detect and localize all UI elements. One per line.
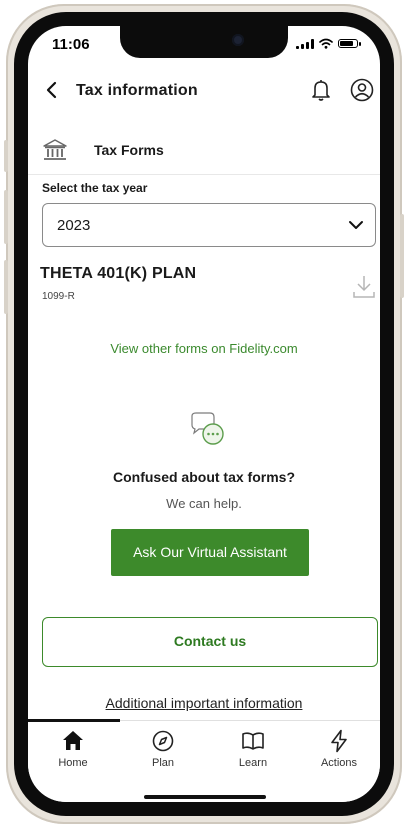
tab-label-plan: Plan (151, 757, 175, 769)
tax-forms-section: Tax Forms (28, 134, 380, 175)
bank-icon (43, 139, 67, 160)
home-icon (63, 731, 83, 750)
profile-icon[interactable] (350, 78, 374, 102)
tab-plan[interactable]: Plan (128, 729, 198, 769)
phone-side-button (4, 140, 8, 172)
book-icon (242, 732, 264, 750)
bell-icon[interactable] (310, 78, 332, 102)
download-icon[interactable] (352, 273, 376, 301)
virtual-assistant-button[interactable]: Ask Our Virtual Assistant (111, 529, 309, 576)
status-time: 11:06 (52, 36, 90, 53)
plan-form-type: 1099-R (42, 291, 75, 302)
other-forms-link[interactable]: View other forms on Fidelity.com (28, 341, 380, 356)
home-indicator (144, 795, 266, 799)
plan-name: THETA 401(K) PLAN (40, 265, 197, 282)
page-title: Tax information (76, 82, 198, 99)
tab-label-actions: Actions (320, 757, 358, 769)
tab-learn[interactable]: Learn (218, 729, 288, 769)
help-subtitle: We can help. (166, 496, 242, 511)
chevron-down-icon (349, 221, 363, 229)
back-icon[interactable] (42, 80, 62, 100)
tab-home[interactable]: Home (38, 729, 108, 769)
phone-side-button (400, 214, 404, 298)
tab-bar: Home Plan Learn Actions (28, 719, 380, 802)
tax-year-value: 2023 (57, 217, 91, 234)
wifi-icon (319, 38, 333, 49)
battery-icon (338, 39, 361, 48)
tax-year-label: Select the tax year (42, 181, 148, 195)
tab-actions[interactable]: Actions (304, 729, 374, 769)
tax-year-select[interactable]: 2023 (42, 203, 376, 247)
battery-level (340, 41, 353, 46)
section-title: Tax Forms (94, 142, 164, 158)
app-screen: 11:06 Tax information Tax Forms Select t… (28, 26, 380, 802)
status-icons (296, 38, 361, 49)
phone-side-button (4, 190, 8, 244)
tab-label-learn: Learn (238, 757, 268, 769)
chat-bubbles-icon (191, 412, 224, 445)
notch (120, 26, 288, 58)
compass-icon (152, 730, 174, 752)
additional-info-link[interactable]: Additional important information (28, 695, 380, 711)
signal-icon (296, 38, 314, 49)
app-header: Tax information (28, 74, 380, 108)
lightning-icon (331, 729, 347, 753)
phone-side-button (4, 260, 8, 314)
camera-icon (232, 34, 244, 46)
active-tab-indicator (28, 719, 120, 722)
help-title: Confused about tax forms? (112, 469, 295, 485)
tab-label-home: Home (58, 757, 88, 769)
contact-us-button[interactable]: Contact us (42, 617, 378, 667)
